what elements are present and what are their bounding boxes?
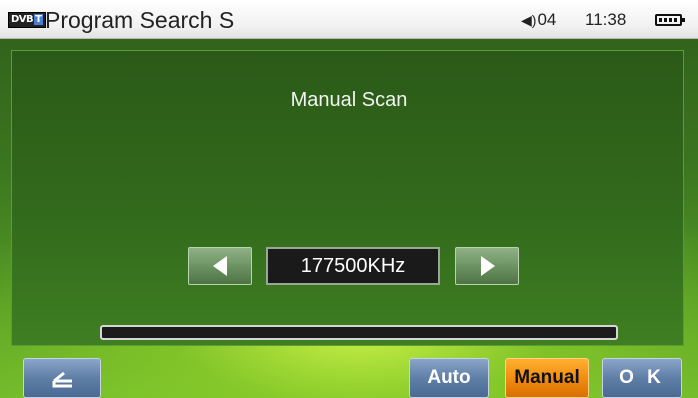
scan-progress-bar: [100, 325, 618, 340]
frequency-display: 177500KHz: [266, 247, 440, 285]
auto-scan-button[interactable]: Auto: [409, 358, 489, 398]
volume-level: 04: [537, 10, 557, 29]
dvb-t-logo: DVB T: [8, 12, 46, 28]
triangle-left-icon: [213, 256, 227, 276]
logo-suffix: T: [34, 14, 43, 25]
logo-text: DVB: [11, 14, 34, 25]
back-button[interactable]: [23, 358, 101, 398]
bottom-toolbar: Auto Manual O K: [0, 358, 698, 398]
speaker-icon: ◀): [521, 12, 537, 28]
dialog-title: Manual Scan: [290, 89, 408, 111]
back-arrow-icon: [52, 371, 72, 388]
screen: DVB T Program Search S ◀)04 11:38 Manual …: [0, 0, 698, 398]
volume-indicator: ◀)04: [521, 10, 556, 30]
window-title: Program Search S: [45, 7, 235, 33]
battery-level: [659, 18, 678, 22]
previous-frequency-button[interactable]: [188, 247, 252, 285]
status-bar: DVB T Program Search S ◀)04 11:38: [0, 0, 698, 39]
ok-button[interactable]: O K: [602, 358, 682, 398]
manual-scan-button[interactable]: Manual: [505, 358, 589, 398]
next-frequency-button[interactable]: [455, 247, 519, 285]
battery-icon: [655, 14, 685, 26]
clock: 11:38: [585, 10, 627, 29]
triangle-right-icon: [481, 256, 495, 276]
